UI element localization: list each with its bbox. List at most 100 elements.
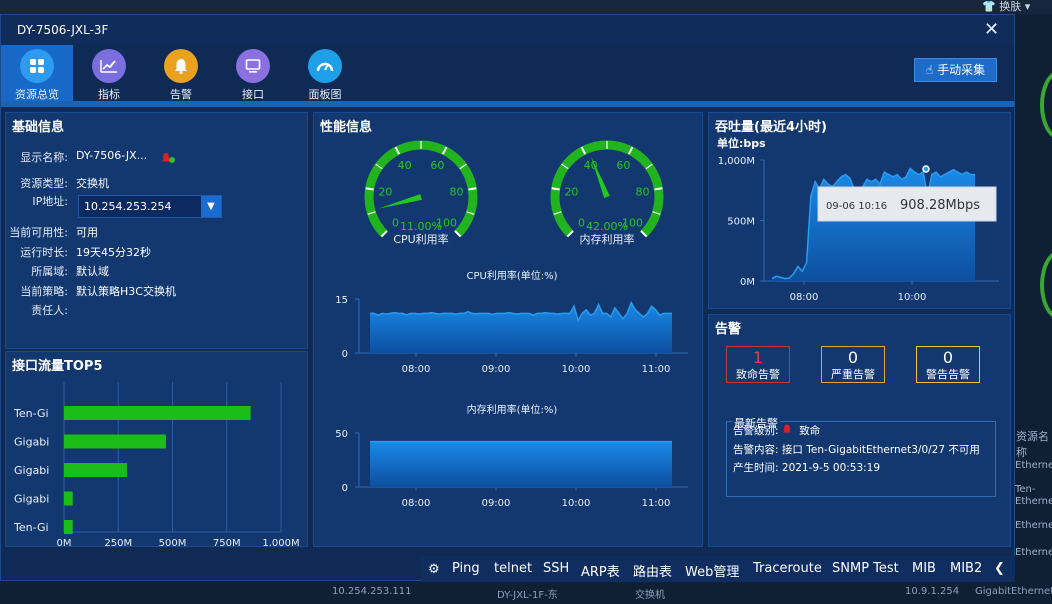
bar bbox=[64, 434, 166, 449]
bell-red-icon bbox=[782, 424, 796, 437]
info-value: 可用 bbox=[76, 226, 98, 239]
mem-chart-title: 内存利用率(单位:%) bbox=[467, 403, 558, 416]
gauge-tick-label: 20 bbox=[564, 185, 578, 198]
gear-icon[interactable]: ⚙ bbox=[428, 562, 440, 577]
tab-label: 面板图 bbox=[308, 88, 342, 101]
tab-interface[interactable]: 接口 bbox=[217, 45, 289, 101]
bar bbox=[64, 463, 127, 477]
modal-title: DY-7506-JXL-3F bbox=[17, 23, 109, 37]
x-tick-label: 08:00 bbox=[790, 292, 819, 303]
x-tick-label: 0M bbox=[57, 538, 72, 546]
manual-collect-button[interactable]: ☝ 手动采集 bbox=[914, 58, 997, 82]
trend-chart-icon bbox=[92, 49, 126, 83]
gauge-tick-label: 40 bbox=[398, 159, 412, 172]
x-tick-label: 11:00 bbox=[642, 498, 671, 509]
x-tick-label: 09:00 bbox=[482, 498, 511, 509]
info-value: DY-7506-JX... bbox=[76, 149, 148, 162]
warning-alarm-count[interactable]: 0 警告告警 bbox=[916, 346, 980, 383]
alarm-level-value: 致命 bbox=[799, 425, 821, 437]
fatal-alarm-count[interactable]: 1 致命告警 bbox=[726, 346, 790, 383]
bar bbox=[64, 491, 73, 506]
tool-mib2[interactable]: MIB2 bbox=[950, 561, 982, 576]
alarm-count-label: 致命告警 bbox=[736, 368, 780, 381]
gauge-tick bbox=[551, 187, 560, 191]
tools-toolbar: ⚙ Ping telnet SSH ARP表 路由表 Web管理 Tracero… bbox=[421, 556, 1015, 582]
tab-label: 接口 bbox=[242, 88, 264, 101]
gauge-tick-label: 0 bbox=[392, 216, 399, 229]
hand-icon: ☝ bbox=[925, 63, 934, 77]
bar-category-label: Ten-Gi bbox=[13, 521, 49, 534]
tool-arp-table[interactable]: ARP表 bbox=[581, 561, 620, 580]
gauge-tick bbox=[654, 187, 663, 191]
info-key: 当前可用性: bbox=[9, 226, 68, 239]
tool-telnet[interactable]: telnet bbox=[494, 561, 532, 576]
info-key: 责任人: bbox=[31, 304, 68, 317]
x-tick-label: 08:00 bbox=[402, 498, 431, 509]
tool-ping[interactable]: Ping bbox=[452, 561, 480, 576]
ip-address-select[interactable]: 10.254.253.254 ▼ bbox=[78, 195, 222, 218]
tab-label: 指标 bbox=[98, 88, 120, 101]
gauge-tick-label: 20 bbox=[378, 185, 392, 198]
cpu-gauge-value: 11.00% bbox=[400, 220, 442, 233]
info-value: 默认域 bbox=[76, 265, 109, 278]
tool-traceroute[interactable]: Traceroute bbox=[753, 561, 822, 576]
tool-mib[interactable]: MIB bbox=[912, 561, 936, 576]
background-cell: 10.9.1.254 bbox=[905, 586, 960, 597]
chevron-left-icon[interactable]: ❮ bbox=[994, 561, 1005, 576]
critical-alarm-count[interactable]: 0 严重告警 bbox=[821, 346, 885, 383]
info-value: 默认策略H3C交换机 bbox=[76, 285, 176, 298]
y-tick-label: 1,000M bbox=[718, 156, 755, 167]
tooltip-value: 908.28Mbps bbox=[900, 198, 980, 213]
mem-gauge-needle bbox=[590, 156, 610, 199]
interface-top5-panel: 接口流量TOP5 0M 250M 500M 750M 1,000M Ten-Gi Gigab… bbox=[5, 351, 308, 547]
alarm-level-key: 告警级别: bbox=[733, 425, 779, 437]
tool-web-management[interactable]: Web管理 bbox=[685, 561, 739, 580]
y-tick-label: 0M bbox=[740, 277, 755, 288]
info-value: 19天45分32秒 bbox=[76, 246, 151, 259]
background-cell: DY-JXL-1F-东 bbox=[497, 590, 558, 601]
y-tick-label: 500M bbox=[727, 217, 755, 228]
tool-ssh[interactable]: SSH bbox=[543, 561, 569, 576]
close-icon[interactable]: ✕ bbox=[984, 21, 1002, 39]
alarm-time-key: 产生时间: bbox=[733, 462, 779, 474]
tooltip-time: 09-06 10:16 bbox=[826, 201, 887, 212]
mem-gauge-label: 内存利用率 bbox=[580, 232, 635, 246]
y-tick-label: 15 bbox=[335, 295, 348, 306]
panel-title: 告警 bbox=[715, 322, 742, 337]
mem-chart-area bbox=[370, 441, 672, 487]
cpu-chart-title: CPU利用率(单位:%) bbox=[466, 269, 557, 282]
tab-overview[interactable]: 资源总览 bbox=[1, 45, 73, 101]
tab-alarm[interactable]: 告警 bbox=[145, 45, 217, 101]
x-tick-label: 09:00 bbox=[482, 364, 511, 375]
chevron-down-icon[interactable]: ▼ bbox=[201, 196, 221, 217]
alarm-content-key: 告警内容: bbox=[733, 444, 779, 456]
y-tick-label: 0 bbox=[342, 483, 348, 494]
background-row: Ethernet bbox=[1015, 547, 1052, 558]
info-key: 显示名称: bbox=[20, 151, 68, 164]
skin-switch[interactable]: 👕 换肤 ▾ bbox=[982, 0, 1030, 14]
info-value: 交换机 bbox=[76, 177, 109, 190]
alarm-count: 0 bbox=[847, 348, 859, 367]
background-cell: 交换机 bbox=[635, 590, 665, 601]
background-table-row: 10.254.253.111 DY-JXL-1F-东 交换机 10.9.1.25… bbox=[0, 580, 1052, 604]
latest-alarm-level: 告警级别: 致命 bbox=[733, 423, 820, 438]
background-row: Ethernet bbox=[1015, 520, 1052, 531]
gauge-tick-label: 60 bbox=[430, 159, 444, 172]
info-key: 当前策略: bbox=[20, 285, 68, 298]
alarm-count-label: 严重告警 bbox=[831, 368, 875, 381]
panel-title: 基础信息 bbox=[12, 120, 65, 135]
tool-route-table[interactable]: 路由表 bbox=[633, 561, 672, 580]
background-row: Ethernet bbox=[1015, 460, 1052, 471]
x-tick-label: 750M bbox=[213, 538, 241, 546]
background-resource-name-label: 资源名称 bbox=[1016, 430, 1049, 459]
y-tick-label: 50 bbox=[335, 429, 348, 440]
tab-metrics[interactable]: 指标 bbox=[73, 45, 145, 101]
tab-panel[interactable]: 面板图 bbox=[289, 45, 361, 101]
info-key: 运行时长: bbox=[20, 246, 68, 259]
dashboard-icon bbox=[308, 49, 342, 83]
gauge-tick-label: 80 bbox=[450, 185, 464, 198]
modal-title-bar: DY-7506-JXL-3F ✕ bbox=[1, 15, 1014, 45]
tool-snmp-test[interactable]: SNMP Test bbox=[832, 561, 899, 576]
info-key: IP地址: bbox=[32, 195, 68, 208]
gauge-tick-label: 60 bbox=[616, 159, 630, 172]
